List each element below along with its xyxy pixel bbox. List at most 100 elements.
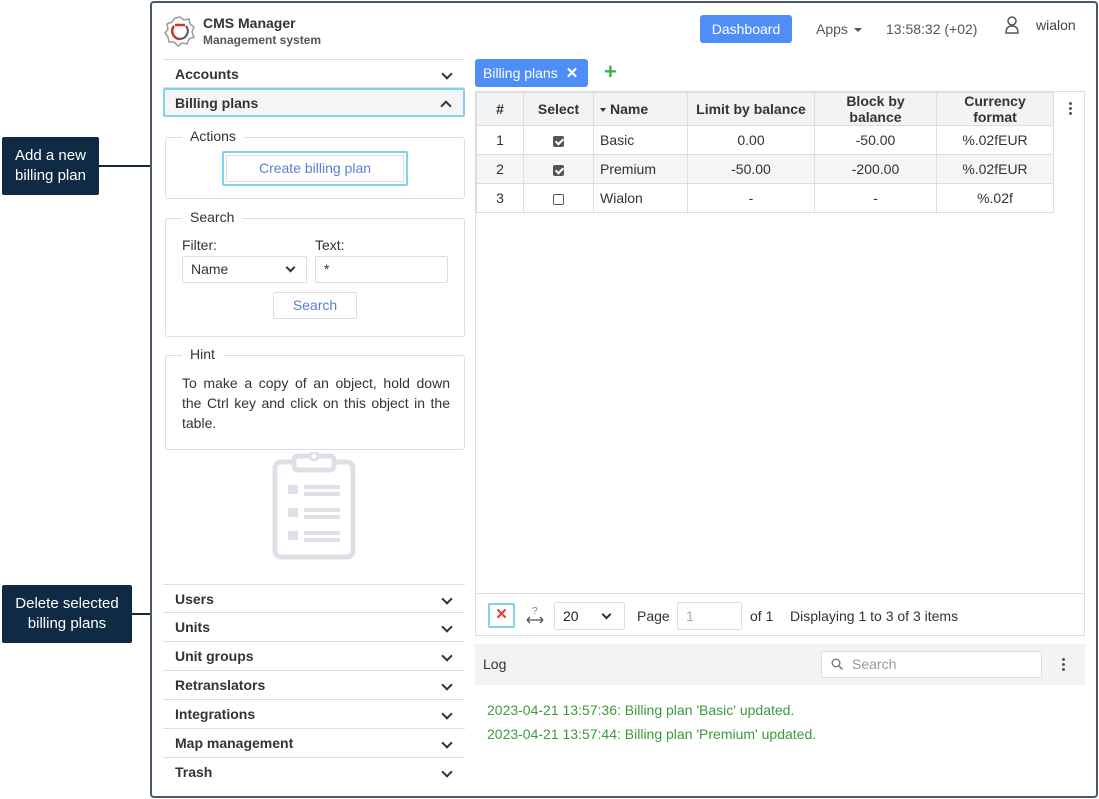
sidebar-item-units[interactable]: Units <box>163 613 465 642</box>
filter-select[interactable]: Name <box>182 256 307 283</box>
sidebar-item-unit-groups[interactable]: Unit groups <box>163 642 465 671</box>
log-menu-icon[interactable] <box>1062 658 1065 671</box>
page-size-select[interactable]: 20 <box>554 602 625 630</box>
search-button[interactable]: Search <box>273 292 357 319</box>
column-header-currency[interactable]: Currency format <box>936 92 1054 126</box>
sidebar-bottom-list: Users Units Unit groups Retranslators In… <box>163 584 465 787</box>
cms-logo-icon <box>164 16 195 47</box>
add-tab-icon[interactable]: + <box>604 60 617 84</box>
column-header-number[interactable]: # <box>476 92 524 126</box>
log-search-placeholder: Search <box>852 656 897 672</box>
cell-currency: %.02f <box>936 183 1054 213</box>
cell-name: Wialon <box>593 183 688 213</box>
table-row[interactable]: 3 Wialon - - %.02f <box>476 183 1054 213</box>
cell-number: 1 <box>476 125 524 155</box>
page-size-value: 20 <box>563 608 579 624</box>
table-row[interactable]: 2 Premium -50.00 -200.00 %.02fEUR <box>476 154 1054 184</box>
sidebar-item-label: Billing plans <box>175 95 259 111</box>
callout-add-billing-plan: Add a new billing plan <box>2 137 99 195</box>
search-text-input[interactable]: * <box>315 256 448 283</box>
callout-add-text: Add a new billing plan <box>15 147 86 184</box>
sidebar-item-billing-plans[interactable]: Billing plans <box>163 88 465 117</box>
chevron-down-icon <box>285 262 296 273</box>
column-header-name-label: Name <box>610 101 649 117</box>
page-number-input[interactable]: 1 <box>677 602 742 630</box>
sidebar-item-retranslators[interactable]: Retranslators <box>163 671 465 700</box>
apps-menu[interactable]: Apps <box>816 21 862 37</box>
chevron-down-icon <box>441 621 453 633</box>
username[interactable]: wialon <box>1036 17 1076 33</box>
sidebar-item-label: Unit groups <box>175 648 254 664</box>
log-entry: 2023-04-21 13:57:44: Billing plan 'Premi… <box>487 726 817 742</box>
row-checkbox[interactable] <box>553 193 564 205</box>
billing-plans-table: # Select Name Limit by balance Block by … <box>476 92 1054 213</box>
tab-label: Billing plans <box>483 65 558 81</box>
app-title: CMS Manager <box>203 15 296 31</box>
caret-down-icon <box>853 28 862 33</box>
clipboard-icon <box>272 452 356 560</box>
row-checkbox[interactable] <box>553 135 564 147</box>
cell-currency: %.02fEUR <box>936 125 1054 155</box>
sidebar-item-accounts[interactable]: Accounts <box>163 59 465 88</box>
sort-desc-icon <box>600 108 606 113</box>
column-header-block[interactable]: Block by balance <box>814 92 937 126</box>
hint-panel: Hint To make a copy of an object, hold d… <box>165 346 465 450</box>
billing-plans-grid: # Select Name Limit by balance Block by … <box>475 91 1085 636</box>
cell-block: -200.00 <box>814 154 937 184</box>
table-header-row: # Select Name Limit by balance Block by … <box>476 92 1054 126</box>
sidebar-item-trash[interactable]: Trash <box>163 758 465 787</box>
cell-currency: %.02fEUR <box>936 154 1054 184</box>
chevron-down-icon <box>441 650 453 662</box>
fit-columns-icon[interactable]: ? <box>526 606 544 626</box>
cell-block: - <box>814 183 937 213</box>
sidebar-item-label: Users <box>175 591 214 607</box>
log-title: Log <box>483 656 507 672</box>
sidebar-item-users[interactable]: Users <box>163 584 465 613</box>
cell-select <box>523 183 594 213</box>
actions-panel: Actions Create billing plan <box>165 128 465 199</box>
column-header-name[interactable]: Name <box>593 92 688 126</box>
sidebar-item-label: Units <box>175 619 210 635</box>
table-row[interactable]: 1 Basic 0.00 -50.00 %.02fEUR <box>476 125 1054 155</box>
close-icon[interactable]: ✕ <box>566 60 579 88</box>
actions-legend: Actions <box>182 128 244 144</box>
cell-limit: - <box>687 183 815 213</box>
sidebar: Accounts Billing plans Actions Create bi… <box>163 59 465 796</box>
tab-billing-plans[interactable]: Billing plans ✕ <box>475 59 589 88</box>
cell-name: Basic <box>593 125 688 155</box>
app-subtitle: Management system <box>203 33 322 47</box>
page-label: Page <box>637 608 670 624</box>
fit-columns-icon-text: ? <box>532 606 538 617</box>
filter-label: Filter: <box>182 237 217 253</box>
column-header-limit[interactable]: Limit by balance <box>687 92 815 126</box>
sidebar-item-integrations[interactable]: Integrations <box>163 700 465 729</box>
chevron-down-icon <box>601 609 612 620</box>
sidebar-item-map-management[interactable]: Map management <box>163 729 465 758</box>
pager: ✕ ? 20 Page 1 of 1 Displaying 1 to 3 of … <box>476 593 1084 636</box>
app-window: CMS Manager Management system Dashboard … <box>150 1 1098 798</box>
row-checkbox[interactable] <box>553 164 564 176</box>
user-icon[interactable] <box>1004 15 1020 35</box>
chevron-down-icon <box>441 593 453 605</box>
cell-limit: -50.00 <box>687 154 815 184</box>
delete-selected-button[interactable]: ✕ <box>488 603 515 628</box>
sidebar-item-label: Trash <box>175 764 213 780</box>
cell-name: Premium <box>593 154 688 184</box>
table-menu-icon[interactable] <box>1069 102 1072 115</box>
display-status: Displaying 1 to 3 of 3 items <box>790 608 959 624</box>
sidebar-item-label: Retranslators <box>175 677 266 693</box>
cell-select <box>523 125 594 155</box>
callout-delete-text: Delete selected billing plans <box>15 595 119 632</box>
dashboard-button[interactable]: Dashboard <box>700 15 792 43</box>
cell-limit: 0.00 <box>687 125 815 155</box>
chevron-down-icon <box>441 68 453 80</box>
cell-number: 2 <box>476 154 524 184</box>
sidebar-item-label: Integrations <box>175 706 256 722</box>
column-header-select[interactable]: Select <box>523 92 594 126</box>
cell-select <box>523 154 594 184</box>
search-legend: Search <box>182 209 243 225</box>
create-billing-plan-button[interactable]: Create billing plan <box>222 151 408 186</box>
log-search-input[interactable]: Search <box>821 651 1042 678</box>
search-icon <box>831 658 843 670</box>
sidebar-item-label: Accounts <box>175 66 239 82</box>
